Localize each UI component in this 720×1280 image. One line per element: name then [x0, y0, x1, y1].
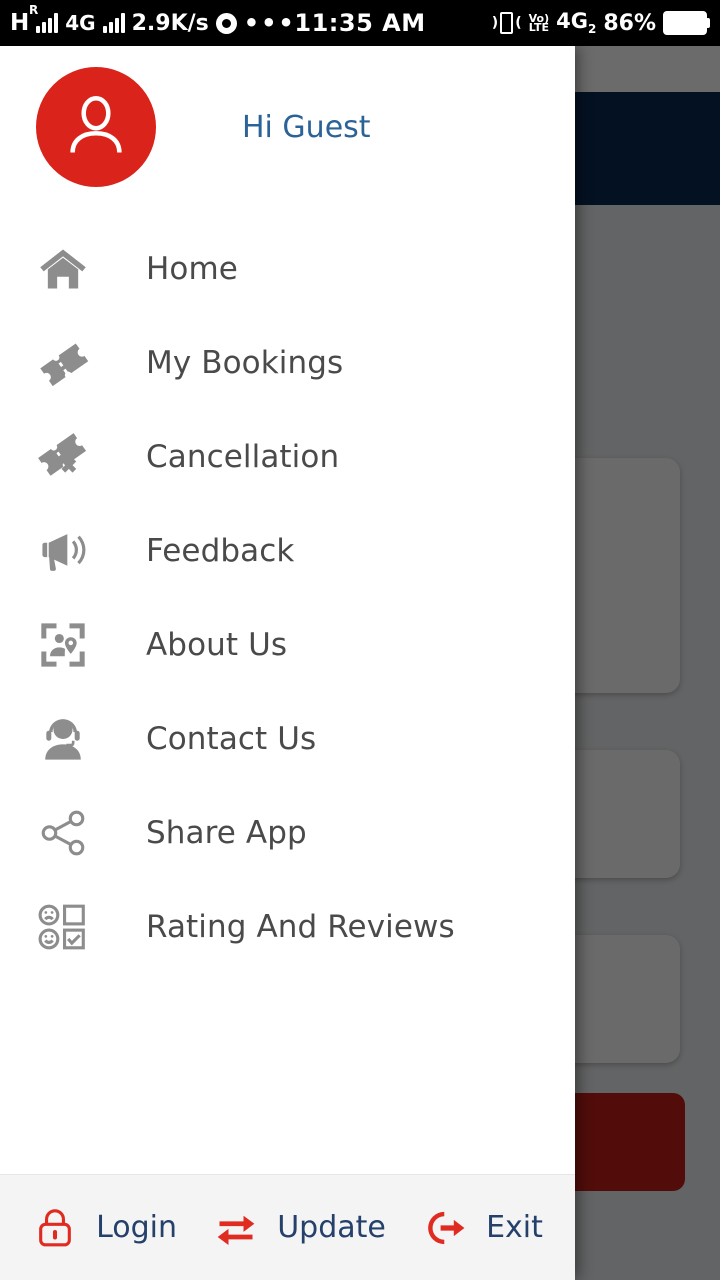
menu-item-label: Share App: [146, 815, 307, 851]
greeting-label: Hi Guest: [242, 109, 371, 145]
update-button[interactable]: Update: [213, 1205, 386, 1251]
user-avatar-icon[interactable]: [36, 67, 156, 187]
battery-icon: [663, 11, 710, 35]
menu-item-label: Home: [146, 251, 238, 287]
home-icon: [33, 239, 93, 299]
drawer-header: Hi Guest: [0, 46, 575, 208]
drawer-footer: Login Update Exit: [0, 1174, 575, 1280]
menu-item-rating-and-reviews[interactable]: Rating And Reviews: [0, 880, 575, 974]
logout-icon: [422, 1205, 468, 1251]
signal-network-label: 4G2: [556, 9, 597, 37]
exit-button[interactable]: Exit: [422, 1205, 543, 1251]
about-location-icon: [33, 615, 93, 675]
vibrate-icon: )(: [492, 12, 522, 34]
megaphone-icon: [33, 521, 93, 581]
drawer-menu-list: Home My Bookings Cancellation Feedback A…: [0, 208, 575, 1174]
menu-item-label: Feedback: [146, 533, 295, 569]
share-nodes-icon: [33, 803, 93, 863]
ticket-icon: [33, 333, 93, 393]
menu-item-share-app[interactable]: Share App: [0, 786, 575, 880]
menu-item-cancellation[interactable]: Cancellation: [0, 410, 575, 504]
login-label: Login: [96, 1210, 178, 1245]
menu-item-label: Cancellation: [146, 439, 340, 475]
menu-item-my-bookings[interactable]: My Bookings: [0, 316, 575, 410]
menu-item-label: Contact Us: [146, 721, 317, 757]
update-label: Update: [277, 1210, 386, 1245]
menu-item-home[interactable]: Home: [0, 222, 575, 316]
status-bar: HR 4G 2.9K/s ••• 11:35 AM )( Vo) LTE 4G2 …: [0, 0, 720, 46]
navigation-drawer: Hi Guest Home My Bookings Cancellation F…: [0, 46, 575, 1280]
status-bar-right: )( Vo) LTE 4G2 86%: [492, 9, 720, 37]
menu-item-label: My Bookings: [146, 345, 344, 381]
ticket-cancel-icon: [33, 427, 93, 487]
menu-item-contact-us[interactable]: Contact Us: [0, 692, 575, 786]
exit-label: Exit: [486, 1210, 543, 1245]
lock-icon: [32, 1205, 78, 1251]
headset-support-icon: [33, 709, 93, 769]
menu-item-about-us[interactable]: About Us: [0, 598, 575, 692]
login-button[interactable]: Login: [32, 1205, 177, 1251]
menu-item-feedback[interactable]: Feedback: [0, 504, 575, 598]
battery-percent-label: 86%: [603, 10, 656, 36]
volte-icon: Vo) LTE: [528, 12, 550, 34]
menu-item-label: About Us: [146, 627, 288, 663]
menu-item-label: Rating And Reviews: [146, 909, 455, 945]
rating-checkbox-icon: [33, 897, 93, 957]
sync-arrows-icon: [213, 1205, 259, 1251]
